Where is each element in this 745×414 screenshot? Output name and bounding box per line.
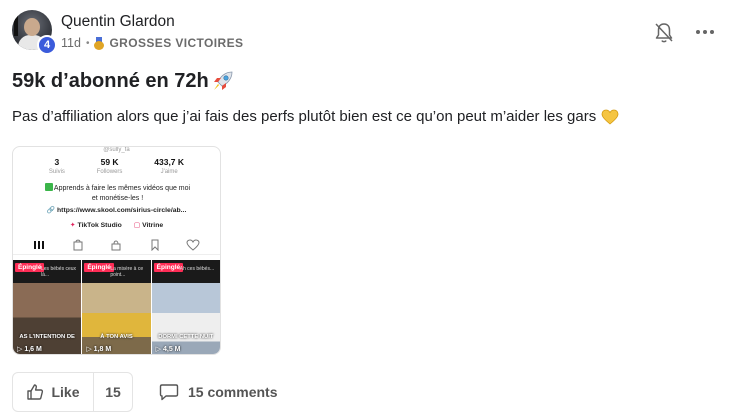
- post-actions: Like 15 15 comments: [12, 372, 277, 412]
- post-header: 4 Quentin Glardon 11d • GROSSES VICTOIRE…: [12, 10, 733, 56]
- stat-likes: 433,7 K J'aime: [154, 157, 185, 175]
- play-icon: ▷: [86, 346, 92, 353]
- play-icon: ▷: [155, 346, 162, 353]
- bag-icon: ▢: [133, 222, 141, 229]
- comments-button[interactable]: 15 comments: [159, 383, 277, 401]
- post-meta: 11d • GROSSES VICTOIRES: [61, 36, 243, 50]
- yellow-heart-emoji: [601, 109, 619, 125]
- thumbs-up-icon: [27, 384, 44, 400]
- post-body-text: Pas d’affiliation alors que j’ai fais de…: [12, 108, 597, 125]
- bookmark-icon: [151, 239, 159, 251]
- shop-button: ▢ Vitrine: [133, 222, 164, 229]
- like-label: Like: [51, 384, 80, 400]
- profile-bio: Apprends à faire les mêmes vidéos que mo…: [25, 183, 210, 204]
- time-ago[interactable]: 11d: [61, 36, 81, 50]
- meta-separator: •: [85, 37, 90, 49]
- like-button[interactable]: Like: [13, 373, 94, 411]
- more-horizontal-icon[interactable]: [695, 28, 715, 36]
- bell-off-icon[interactable]: [654, 22, 674, 44]
- profile-handle: @sully_fa: [103, 147, 130, 153]
- studio-button: ✦ TikTok Studio: [69, 222, 122, 229]
- heart-outline-icon: [186, 239, 200, 251]
- post-body: Pas d’affiliation alors que j’ai fais de…: [12, 108, 619, 125]
- video-thumbnail: Épinglé Ah ces bébés... DORMI CETTE NUIT…: [151, 260, 220, 354]
- video-thumbnail: Épinglé Les bébés ceux là... AS L'INTENT…: [13, 260, 82, 354]
- profile-buttons: ✦ TikTok Studio ▢ Vitrine: [13, 221, 220, 229]
- post-title-text: 59k d’abonné en 72h: [12, 69, 209, 92]
- profile-link: 🔗 https://www.skool.com/sirius-circle/ab…: [46, 207, 187, 214]
- video-thumbnail: Épinglé La misère à ce point... À TON AV…: [82, 260, 151, 354]
- check-icon: [44, 183, 53, 191]
- post-title: 59k d’abonné en 72h: [12, 68, 236, 94]
- level-badge: 4: [37, 35, 57, 55]
- post-image[interactable]: @sully_fa 3 Suivis 59 K Followers 433,7 …: [12, 146, 221, 355]
- stat-following: 3 Suivis: [48, 157, 65, 175]
- profile-tabs: [13, 239, 220, 255]
- medal-icon: [94, 36, 105, 50]
- profile-stats: 3 Suivis 59 K Followers 433,7 K J'aime: [13, 157, 220, 175]
- author-name[interactable]: Quentin Glardon: [61, 13, 175, 31]
- play-icon: ▷: [17, 346, 23, 353]
- stat-followers: 59 K Followers: [96, 157, 123, 175]
- grid-icon: [34, 241, 45, 249]
- category-label[interactable]: GROSSES VICTOIRES: [109, 36, 243, 50]
- comments-label: 15 comments: [188, 384, 278, 400]
- video-grid: Épinglé Les bébés ceux là... AS L'INTENT…: [13, 260, 220, 354]
- link-icon: 🔗: [46, 207, 56, 214]
- bag-tab-icon: [73, 239, 83, 251]
- like-group: Like 15: [12, 372, 133, 412]
- like-count[interactable]: 15: [94, 373, 132, 411]
- rocket-emoji: [213, 71, 233, 90]
- studio-icon: ✦: [69, 222, 76, 229]
- lock-icon: [111, 240, 121, 251]
- comment-icon: [159, 384, 179, 401]
